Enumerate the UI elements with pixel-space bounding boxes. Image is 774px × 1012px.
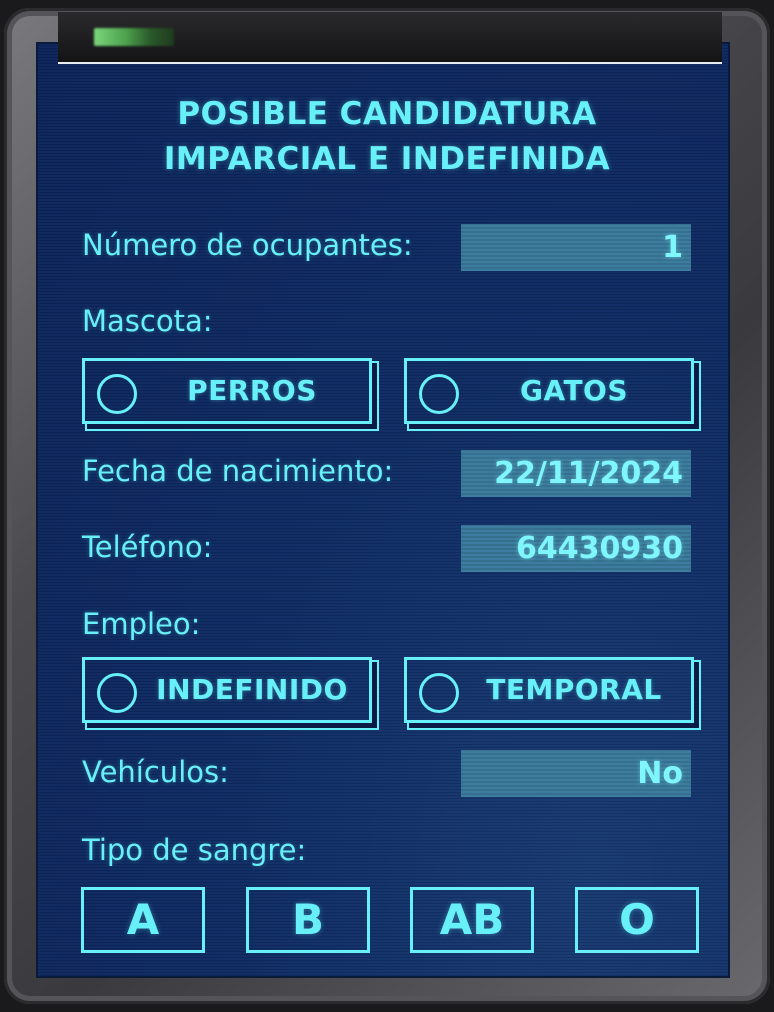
status-led-icon (94, 28, 174, 46)
telefono-label: Teléfono: (82, 530, 213, 564)
blood-type-b-button[interactable]: B (246, 887, 370, 953)
mascota-label: Mascota: (82, 304, 213, 338)
form-title-line2: IMPARCIAL E INDEFINIDA (163, 141, 611, 177)
mascota-option-label: GATOS (519, 374, 629, 407)
empleo-label: Empleo: (82, 607, 201, 641)
empleo-option-temporal[interactable]: TEMPORAL (404, 657, 694, 723)
vehiculos-label: Vehículos: (82, 755, 229, 789)
mascota-option-label: PERROS (187, 374, 317, 407)
blood-type-ab-button[interactable]: AB (410, 887, 534, 953)
empleo-option-label: INDEFINIDO (156, 673, 348, 706)
blood-type-a-button[interactable]: A (81, 887, 205, 953)
radio-circle-icon (97, 374, 137, 414)
radio-circle-icon (419, 673, 459, 713)
ocupantes-label: Número de ocupantes: (82, 228, 413, 262)
radio-circle-icon (419, 374, 459, 414)
blood-type-o-button[interactable]: O (575, 887, 699, 953)
sangre-label: Tipo de sangre: (82, 833, 307, 867)
empleo-option-indefinido[interactable]: INDEFINIDO (82, 657, 372, 723)
mascota-option-gatos[interactable]: GATOS (404, 358, 694, 424)
empleo-option-label: TEMPORAL (486, 673, 662, 706)
nacimiento-field[interactable]: 22/11/2024 (461, 450, 691, 497)
vehiculos-field[interactable]: No (461, 750, 691, 797)
form-title-line1: POSIBLE CANDIDATURA (177, 96, 597, 132)
telefono-field[interactable]: 64430930 (461, 525, 691, 572)
radio-circle-icon (97, 673, 137, 713)
nacimiento-label: Fecha de nacimiento: (82, 454, 394, 488)
top-bar (58, 12, 722, 64)
mascota-option-perros[interactable]: PERROS (82, 358, 372, 424)
ocupantes-field[interactable]: 1 (461, 224, 691, 271)
form-title: POSIBLE CANDIDATURA IMPARCIAL E INDEFINI… (0, 92, 774, 182)
